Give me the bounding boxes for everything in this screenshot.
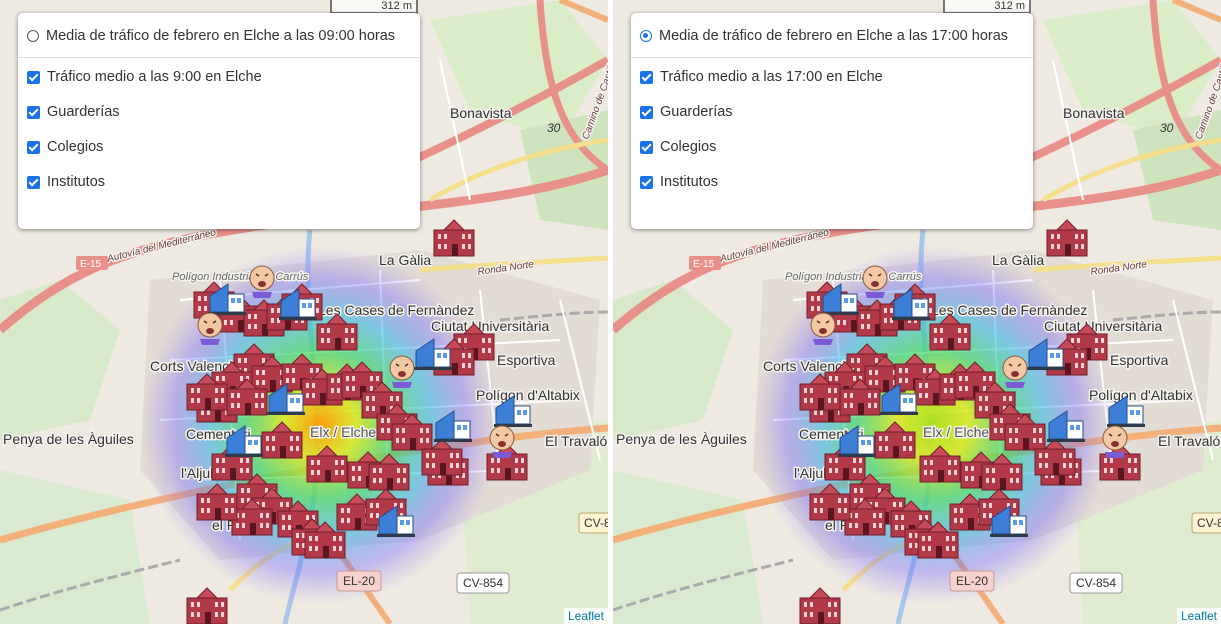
- label-penya-aguiles: Penya de les Àguiles: [3, 431, 134, 447]
- label-el-travalo: El Travalón: [545, 433, 608, 449]
- label-bonavista: Bonavista: [1063, 105, 1125, 121]
- overlay-label: Guarderías: [47, 104, 120, 120]
- label-elx: Elx / Elche: [310, 424, 376, 440]
- shield-el20: EL-20: [336, 570, 382, 592]
- overlay-checkbox[interactable]: [640, 70, 653, 84]
- label-penya-aguiles: Penya de les Àguiles: [616, 431, 747, 447]
- layer-control[interactable]: Media de tráfico de febrero en Elche a l…: [18, 13, 420, 229]
- overlay-label: Tráfico medio a las 17:00 en Elche: [660, 69, 883, 85]
- overlay-label: Colegios: [47, 139, 104, 155]
- overlay-option-1[interactable]: Guarderías: [640, 101, 1025, 123]
- overlay-checkbox[interactable]: [27, 175, 40, 189]
- svg-text:CV-8: CV-8: [1197, 516, 1221, 530]
- nursery-baby-icon[interactable]: [862, 265, 888, 298]
- overlay-option-0[interactable]: Tráfico medio a las 17:00 en Elche: [640, 66, 1025, 88]
- overlay-option-2[interactable]: Colegios: [640, 136, 1025, 158]
- overlay-option-3[interactable]: Institutos: [27, 171, 412, 193]
- shield-30: 30: [1160, 121, 1174, 135]
- svg-text:EL-20: EL-20: [343, 574, 375, 588]
- nursery-baby-icon[interactable]: [249, 265, 275, 298]
- overlay-checkbox[interactable]: [640, 105, 653, 119]
- overlay-label: Institutos: [47, 174, 106, 190]
- label-la-galia: La Gàlia: [992, 252, 1044, 268]
- base-layer-option[interactable]: Media de tráfico de febrero en Elche a l…: [640, 25, 1025, 47]
- overlay-option-3[interactable]: Institutos: [640, 171, 1025, 193]
- layer-control[interactable]: Media de tráfico de febrero en Elche a l…: [631, 13, 1033, 229]
- overlay-option-2[interactable]: Colegios: [27, 136, 412, 158]
- shield-cv854: CV-854: [456, 572, 510, 594]
- svg-text:E-15: E-15: [80, 259, 102, 270]
- overlay-option-0[interactable]: Tráfico medio a las 9:00 en Elche: [27, 66, 412, 88]
- overlay-checkbox[interactable]: [27, 105, 40, 119]
- attribution-link[interactable]: Leaflet: [563, 608, 608, 624]
- svg-text:30: 30: [1160, 121, 1174, 135]
- svg-text:EL-20: EL-20: [956, 574, 988, 588]
- label-esportiva: Esportiva: [1110, 352, 1169, 368]
- svg-text:E-15: E-15: [693, 259, 715, 270]
- attribution-link[interactable]: Leaflet: [1176, 608, 1221, 624]
- layer-separator: [631, 57, 1033, 58]
- label-cases-fernandez: Les Cases de Fernàndez: [931, 302, 1087, 318]
- base-layer-radio[interactable]: [27, 30, 39, 42]
- overlay-checkbox[interactable]: [27, 140, 40, 154]
- nursery-baby-icon[interactable]: [389, 355, 415, 388]
- base-layer-radio[interactable]: [640, 30, 652, 42]
- nursery-baby-icon[interactable]: [1002, 355, 1028, 388]
- label-esportiva: Esportiva: [497, 352, 556, 368]
- svg-text:CV-8: CV-8: [584, 516, 608, 530]
- overlay-checkbox[interactable]: [640, 175, 653, 189]
- label-cases-fernandez: Les Cases de Fernàndez: [318, 302, 474, 318]
- label-el-travalo: El Travalón: [1158, 433, 1221, 449]
- label-poligon-industrial: Polígon Industrial de Carrús: [172, 271, 309, 283]
- overlay-checkbox[interactable]: [27, 70, 40, 84]
- base-layer-label: Media de tráfico de febrero en Elche a l…: [659, 28, 1009, 44]
- overlay-label: Tráfico medio a las 9:00 en Elche: [47, 69, 262, 85]
- shield-e15: E-15: [76, 256, 108, 270]
- scale-bar: 312 m: [943, 0, 1031, 14]
- base-layer-label: Media de tráfico de febrero en Elche a l…: [46, 28, 396, 44]
- shield-cv8: CV-8: [1191, 512, 1221, 534]
- shield-e15: E-15: [689, 256, 721, 270]
- label-ciutat-universitaria: Ciutat Universitària: [1044, 318, 1162, 334]
- label-poligon-industrial: Polígon Industrial de Carrús: [785, 271, 922, 283]
- map-panel-17h[interactable]: Bonavista La Gàlia Ronda Norte Polígon I…: [613, 0, 1221, 624]
- nursery-baby-icon[interactable]: [810, 312, 836, 345]
- overlay-checkbox[interactable]: [640, 140, 653, 154]
- layer-separator: [18, 57, 420, 58]
- shield-el20: EL-20: [949, 570, 995, 592]
- nursery-baby-icon[interactable]: [1102, 425, 1128, 458]
- base-layer-option[interactable]: Media de tráfico de febrero en Elche a l…: [27, 25, 412, 47]
- scale-bar: 312 m: [330, 0, 418, 14]
- shield-30: 30: [547, 121, 561, 135]
- overlay-option-1[interactable]: Guarderías: [27, 101, 412, 123]
- map-panel-09h[interactable]: Bonavista La Gàlia Ronda Norte Polígon I…: [0, 0, 608, 624]
- label-bonavista: Bonavista: [450, 105, 512, 121]
- overlay-label: Guarderías: [660, 104, 733, 120]
- svg-text:30: 30: [547, 121, 561, 135]
- label-ciutat-universitaria: Ciutat Universitària: [431, 318, 549, 334]
- label-poligon-altabix: Polígon d'Altabix: [1089, 387, 1193, 403]
- label-elx: Elx / Elche: [923, 424, 989, 440]
- overlay-label: Colegios: [660, 139, 717, 155]
- shield-cv854: CV-854: [1069, 572, 1123, 594]
- svg-text:CV-854: CV-854: [463, 576, 503, 590]
- nursery-baby-icon[interactable]: [197, 312, 223, 345]
- nursery-baby-icon[interactable]: [489, 425, 515, 458]
- shield-cv8: CV-8: [578, 512, 608, 534]
- svg-text:CV-854: CV-854: [1076, 576, 1116, 590]
- label-poligon-altabix: Polígon d'Altabix: [476, 387, 580, 403]
- overlay-label: Institutos: [660, 174, 719, 190]
- label-la-galia: La Gàlia: [379, 252, 431, 268]
